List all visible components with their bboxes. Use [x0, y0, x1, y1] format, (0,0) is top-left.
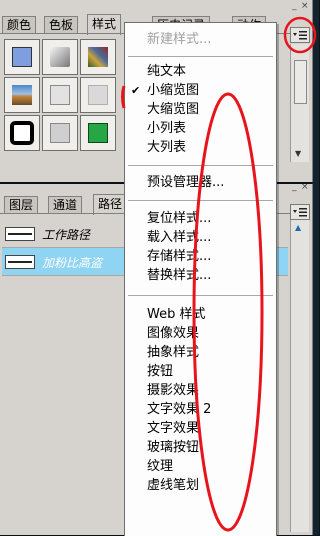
- menu-item-replace-styles[interactable]: 替换样式...: [125, 266, 276, 285]
- styles-panel-menu: 新建样式... 纯文本 ✔ 小缩览图 大缩览图 小列表 大列表 预设管理器... …: [124, 22, 277, 536]
- close-icon[interactable]: ×: [301, 182, 309, 192]
- menu-item-buttons[interactable]: 按钮: [125, 362, 276, 381]
- gray-square-preview: [50, 123, 70, 143]
- style-swatch-texture[interactable]: [80, 39, 116, 75]
- close-icon[interactable]: ×: [301, 1, 309, 11]
- tab-color[interactable]: 颜色: [2, 16, 37, 34]
- green-square-preview: [88, 123, 108, 143]
- style-swatch-black[interactable]: [4, 115, 40, 151]
- tab-styles[interactable]: 样式: [87, 14, 122, 35]
- window-border: [312, 0, 319, 535]
- menu-item-textures[interactable]: 纹理: [125, 457, 276, 476]
- style-swatch-landscape[interactable]: [4, 77, 40, 113]
- menu-item-text-effects[interactable]: 文字效果: [125, 419, 276, 438]
- minimize-icon[interactable]: _: [292, 1, 297, 11]
- menu-item-abstract-styles[interactable]: 抽象样式: [125, 343, 276, 362]
- styles-scrollbar[interactable]: ▼: [290, 44, 309, 162]
- menu-item-dashed-strokes[interactable]: 虚线笔划: [125, 476, 276, 495]
- style-swatch-light-gray[interactable]: [42, 77, 78, 113]
- path-name: 工作路径: [42, 228, 91, 242]
- panel-menu-button[interactable]: [290, 27, 310, 43]
- light-gray-preview: [50, 85, 70, 105]
- menu-item-reset-styles[interactable]: 复位样式...: [125, 209, 276, 228]
- menu-item-label: 小列表: [147, 121, 187, 136]
- menu-item-label: 小缩览图: [147, 83, 200, 98]
- menu-item-label: 大缩览图: [147, 102, 200, 117]
- scroll-up-icon[interactable]: ▲: [295, 223, 301, 232]
- menu-separator: [128, 200, 273, 201]
- menu-separator: [128, 165, 273, 166]
- scroll-down-icon[interactable]: ▼: [295, 149, 301, 158]
- texture-preview: [88, 47, 108, 67]
- menu-item-load-styles[interactable]: 载入样式...: [125, 228, 276, 247]
- menu-item-photo-effects[interactable]: 摄影效果: [125, 381, 276, 400]
- menu-separator: [128, 295, 273, 296]
- menu-item-label: 纯文本: [147, 64, 187, 79]
- menu-item-small-list[interactable]: 小列表: [125, 119, 276, 138]
- landscape-preview: [12, 85, 32, 105]
- menu-item-save-styles[interactable]: 存储样式...: [125, 247, 276, 266]
- panel-menu-icon: [293, 31, 307, 40]
- path-thumbnail: [5, 227, 35, 241]
- panel-menu-icon: [293, 208, 307, 217]
- tab-channels[interactable]: 通道: [48, 196, 83, 214]
- minimize-icon[interactable]: _: [292, 182, 297, 192]
- gray-bevel-preview: [50, 47, 70, 67]
- menu-item-image-effects[interactable]: 图像效果: [125, 324, 276, 343]
- style-swatch-gray-bevel[interactable]: [42, 39, 78, 75]
- tab-paths[interactable]: 路径: [93, 194, 128, 215]
- path-thumbnail: [5, 255, 35, 269]
- paths-panel-menu-button[interactable]: [290, 204, 310, 220]
- menu-item-preset-manager[interactable]: 预设管理器...: [125, 173, 276, 192]
- scrollbar-thumb[interactable]: [294, 60, 307, 104]
- checkmark-icon: ✔: [131, 84, 141, 97]
- style-swatch-green[interactable]: [80, 115, 116, 151]
- menu-item-web-styles[interactable]: Web 样式: [125, 305, 276, 324]
- path-name: 加粉比高盗: [42, 256, 103, 270]
- menu-item-text-only[interactable]: 纯文本: [125, 62, 276, 81]
- menu-item-large-thumbnail[interactable]: 大缩览图: [125, 100, 276, 119]
- menu-item-new-style[interactable]: 新建样式...: [125, 30, 276, 49]
- tab-layers[interactable]: 图层: [4, 196, 39, 214]
- black-rounded-preview: [10, 121, 34, 145]
- paths-scrollbar[interactable]: ▲: [290, 220, 309, 532]
- flat-gray-preview: [88, 85, 108, 105]
- style-swatch-flat-gray[interactable]: [80, 77, 116, 113]
- menu-item-text-effects-2[interactable]: 文字效果 2: [125, 400, 276, 419]
- menu-item-large-list[interactable]: 大列表: [125, 138, 276, 157]
- menu-item-label: 大列表: [147, 140, 187, 155]
- menu-item-small-thumbnail[interactable]: ✔ 小缩览图: [125, 81, 276, 100]
- tab-swatches[interactable]: 色板: [44, 16, 79, 34]
- style-swatch-blue[interactable]: [4, 39, 40, 75]
- style-swatch-gray[interactable]: [42, 115, 78, 151]
- menu-separator: [128, 56, 273, 57]
- blue-square-preview: [12, 47, 32, 67]
- menu-item-glass-buttons[interactable]: 玻璃按钮: [125, 438, 276, 457]
